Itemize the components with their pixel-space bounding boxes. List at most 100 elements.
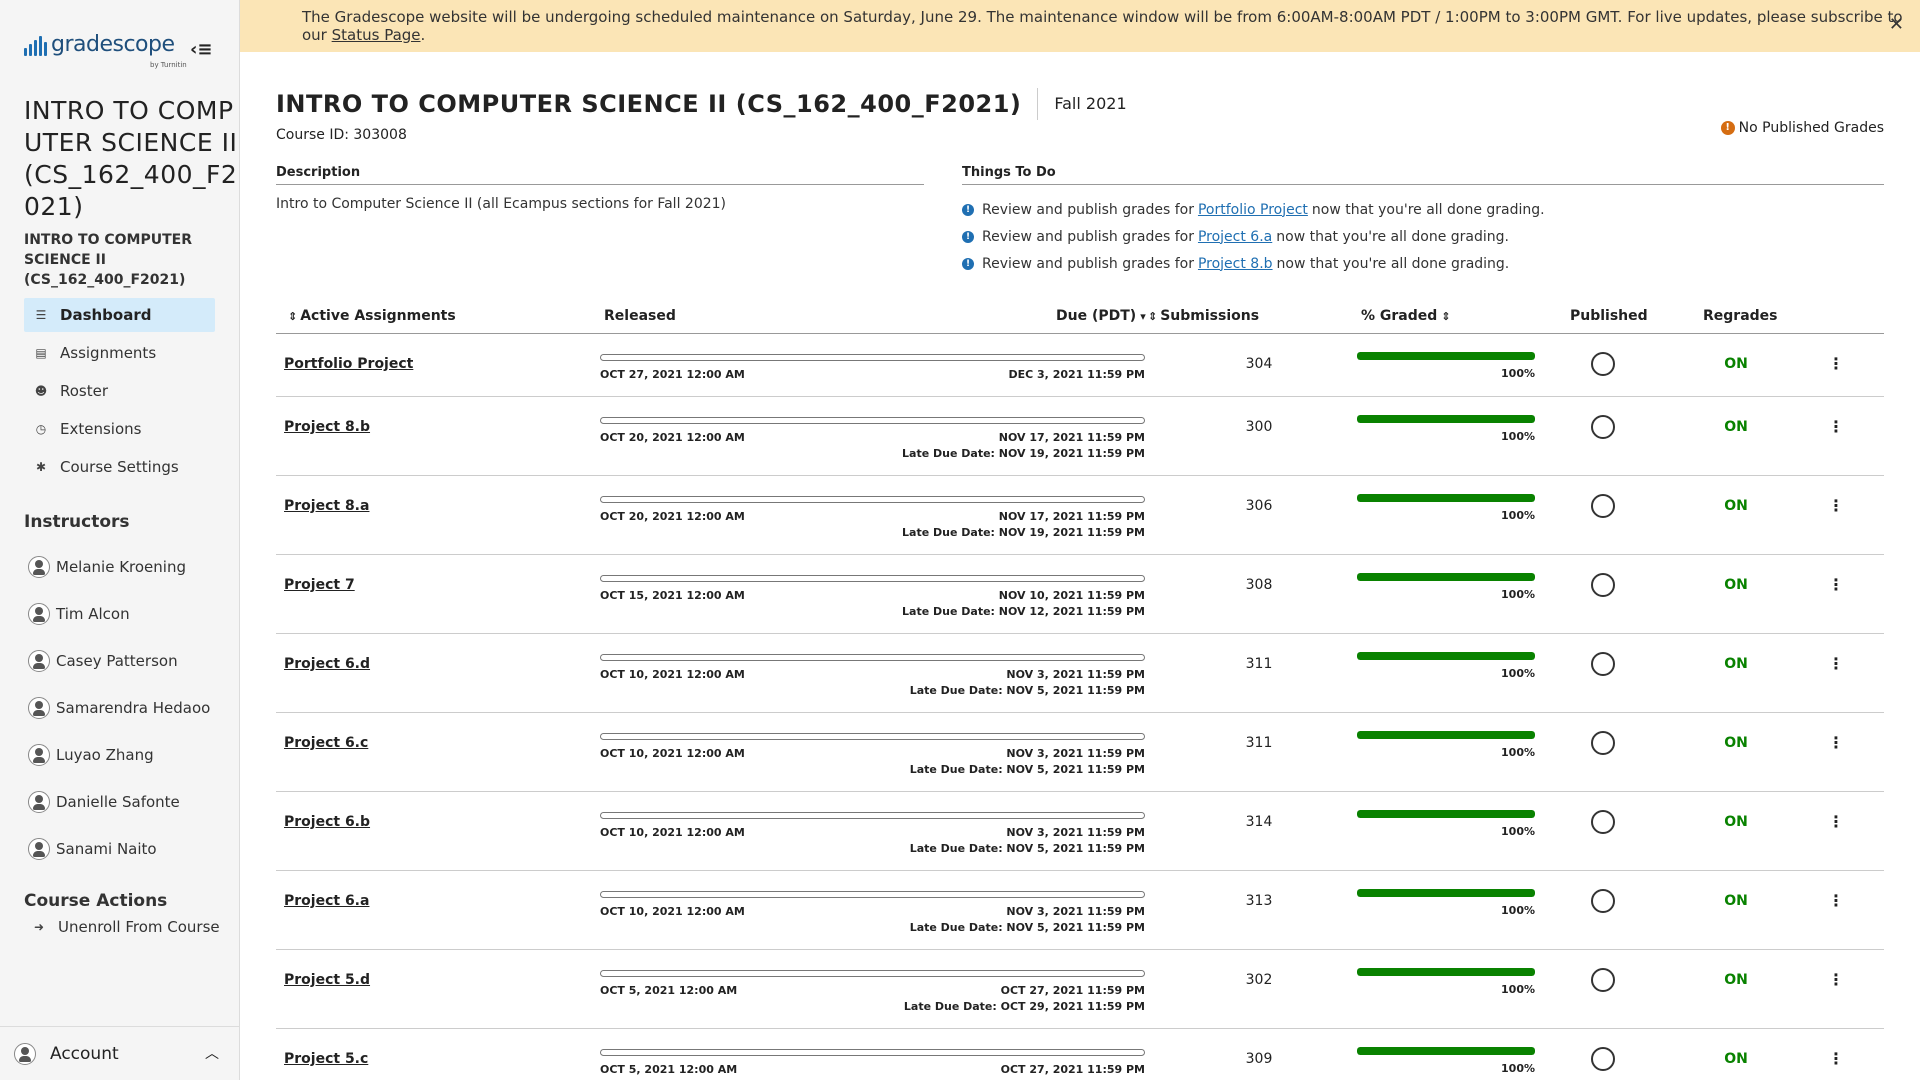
- regrades-status[interactable]: ON: [1716, 577, 1756, 593]
- caret-down-icon: ▾: [1140, 310, 1146, 323]
- todo-assignment-link[interactable]: Project 8.b: [1198, 256, 1273, 272]
- instructor-name: Samarendra Hedaoo: [56, 698, 211, 717]
- collapse-sidebar-button[interactable]: ‹≡: [190, 38, 218, 62]
- col-due[interactable]: Due (PDT) ▾: [1056, 308, 1149, 324]
- publish-toggle[interactable]: [1591, 415, 1615, 439]
- more-options-icon[interactable]: ⋮: [1828, 735, 1844, 751]
- submissions-count[interactable]: 304: [1239, 356, 1279, 372]
- more-options-icon[interactable]: ⋮: [1828, 419, 1844, 435]
- submissions-count[interactable]: 300: [1239, 419, 1279, 435]
- regrades-status[interactable]: ON: [1716, 1051, 1756, 1067]
- late-due-value: NOV 5, 2021 11:59 PM: [1006, 921, 1145, 934]
- released-date: OCT 5, 2021 12:00 AM: [600, 984, 738, 997]
- assignment-link[interactable]: Project 6.a: [284, 893, 369, 909]
- publish-toggle[interactable]: [1591, 810, 1615, 834]
- instructor-item[interactable]: Casey Patterson: [24, 637, 224, 684]
- submissions-count[interactable]: 311: [1239, 735, 1279, 751]
- instructor-item[interactable]: Samarendra Hedaoo: [24, 684, 224, 731]
- graded-percent: 100%: [1501, 588, 1535, 601]
- sidebar-item-extensions[interactable]: ◷ Extensions: [24, 412, 215, 446]
- regrades-status[interactable]: ON: [1716, 656, 1756, 672]
- publish-toggle[interactable]: [1591, 889, 1615, 913]
- publish-toggle[interactable]: [1591, 968, 1615, 992]
- publish-toggle[interactable]: [1591, 731, 1615, 755]
- account-label: Account: [50, 1043, 119, 1064]
- publish-toggle[interactable]: [1591, 1047, 1615, 1071]
- graded-progress-fill: [1357, 352, 1535, 360]
- account-menu[interactable]: Account ︿: [0, 1026, 239, 1080]
- instructor-item[interactable]: Tim Alcon: [24, 590, 224, 637]
- due-date: NOV 3, 2021 11:59 PM: [1006, 905, 1145, 918]
- late-due-value: OCT 29, 2021 11:59 PM: [1000, 1000, 1145, 1013]
- instructor-name: Casey Patterson: [56, 651, 178, 670]
- assignment-link[interactable]: Project 5.d: [284, 972, 370, 988]
- late-due-date: Late Due Date: NOV 5, 2021 11:59 PM: [910, 763, 1145, 776]
- more-options-icon[interactable]: ⋮: [1828, 656, 1844, 672]
- submissions-count[interactable]: 313: [1239, 893, 1279, 909]
- col-graded[interactable]: % Graded ⇕: [1361, 308, 1454, 324]
- more-options-icon[interactable]: ⋮: [1828, 814, 1844, 830]
- regrades-status[interactable]: ON: [1716, 498, 1756, 514]
- gradescope-logo-icon: [24, 36, 47, 56]
- regrades-status[interactable]: ON: [1716, 893, 1756, 909]
- due-date: OCT 27, 2021 11:59 PM: [1000, 1063, 1145, 1076]
- instructor-item[interactable]: Sanami Naito: [24, 825, 224, 872]
- assignment-link[interactable]: Project 8.a: [284, 498, 369, 514]
- sidebar-item-course-settings[interactable]: ✱ Course Settings: [24, 450, 215, 484]
- publish-toggle[interactable]: [1591, 494, 1615, 518]
- dashboard-icon: ☰: [35, 308, 47, 322]
- late-due-value: NOV 5, 2021 11:59 PM: [1006, 842, 1145, 855]
- col-submissions[interactable]: ⇕ Submissions: [1148, 308, 1259, 324]
- sidebar-nav: ☰ Dashboard ▤ Assignments ☻ Roster ◷ Ext…: [24, 298, 215, 488]
- regrades-status[interactable]: ON: [1716, 814, 1756, 830]
- instructor-name: Tim Alcon: [56, 604, 130, 623]
- submissions-count[interactable]: 314: [1239, 814, 1279, 830]
- publish-toggle[interactable]: [1591, 573, 1615, 597]
- submissions-count[interactable]: 302: [1239, 972, 1279, 988]
- regrades-status[interactable]: ON: [1716, 735, 1756, 751]
- todo-text: now that you're all done grading.: [1276, 255, 1510, 272]
- col-active-assignments[interactable]: ⇕ Active Assignments: [288, 308, 456, 324]
- todo-assignment-link[interactable]: Portfolio Project: [1198, 202, 1308, 218]
- submissions-count[interactable]: 306: [1239, 498, 1279, 514]
- more-options-icon[interactable]: ⋮: [1828, 356, 1844, 372]
- user-icon: [28, 743, 50, 766]
- sort-icon: ⇕: [1148, 310, 1158, 323]
- more-options-icon[interactable]: ⋮: [1828, 972, 1844, 988]
- sidebar-item-assignments[interactable]: ▤ Assignments: [24, 336, 215, 370]
- table-row: Project 6.d OCT 10, 2021 12:00 AM NOV 3, 2…: [276, 634, 1884, 713]
- graded-percent: 100%: [1501, 904, 1535, 917]
- regrades-status[interactable]: ON: [1716, 972, 1756, 988]
- regrades-status[interactable]: ON: [1716, 419, 1756, 435]
- more-options-icon[interactable]: ⋮: [1828, 893, 1844, 909]
- todo-assignment-link[interactable]: Project 6.a: [1198, 229, 1272, 245]
- instructor-item[interactable]: Danielle Safonte: [24, 778, 224, 825]
- sidebar-item-dashboard[interactable]: ☰ Dashboard: [24, 298, 215, 332]
- unenroll-button[interactable]: ➜ Unenroll From Course: [24, 918, 220, 936]
- assignment-link[interactable]: Project 6.c: [284, 735, 368, 751]
- submissions-count[interactable]: 311: [1239, 656, 1279, 672]
- sidebar-item-roster[interactable]: ☻ Roster: [24, 374, 215, 408]
- todo-text: Review and publish grades for: [982, 201, 1194, 218]
- publish-toggle[interactable]: [1591, 352, 1615, 376]
- more-options-icon[interactable]: ⋮: [1828, 1051, 1844, 1067]
- more-options-icon[interactable]: ⋮: [1828, 577, 1844, 593]
- assignment-link[interactable]: Project 7: [284, 577, 355, 593]
- assignment-link[interactable]: Project 6.d: [284, 656, 370, 672]
- regrades-status[interactable]: ON: [1716, 356, 1756, 372]
- close-icon[interactable]: ✕: [1889, 14, 1904, 35]
- instructor-item[interactable]: Luyao Zhang: [24, 731, 224, 778]
- assignment-link[interactable]: Project 5.c: [284, 1051, 368, 1067]
- assignment-link[interactable]: Project 6.b: [284, 814, 370, 830]
- instructor-item[interactable]: Melanie Kroening: [24, 543, 224, 590]
- released-date: OCT 5, 2021 12:00 AM: [600, 1063, 738, 1076]
- more-options-icon[interactable]: ⋮: [1828, 498, 1844, 514]
- status-page-link[interactable]: Status Page: [332, 26, 421, 44]
- assignment-link[interactable]: Project 8.b: [284, 419, 370, 435]
- publish-toggle[interactable]: [1591, 652, 1615, 676]
- submissions-count[interactable]: 309: [1239, 1051, 1279, 1067]
- submissions-count[interactable]: 308: [1239, 577, 1279, 593]
- graded-progress-bar: [1357, 352, 1535, 360]
- no-published-grades-status: ! No Published Grades: [1720, 120, 1884, 136]
- assignment-link[interactable]: Portfolio Project: [284, 356, 413, 372]
